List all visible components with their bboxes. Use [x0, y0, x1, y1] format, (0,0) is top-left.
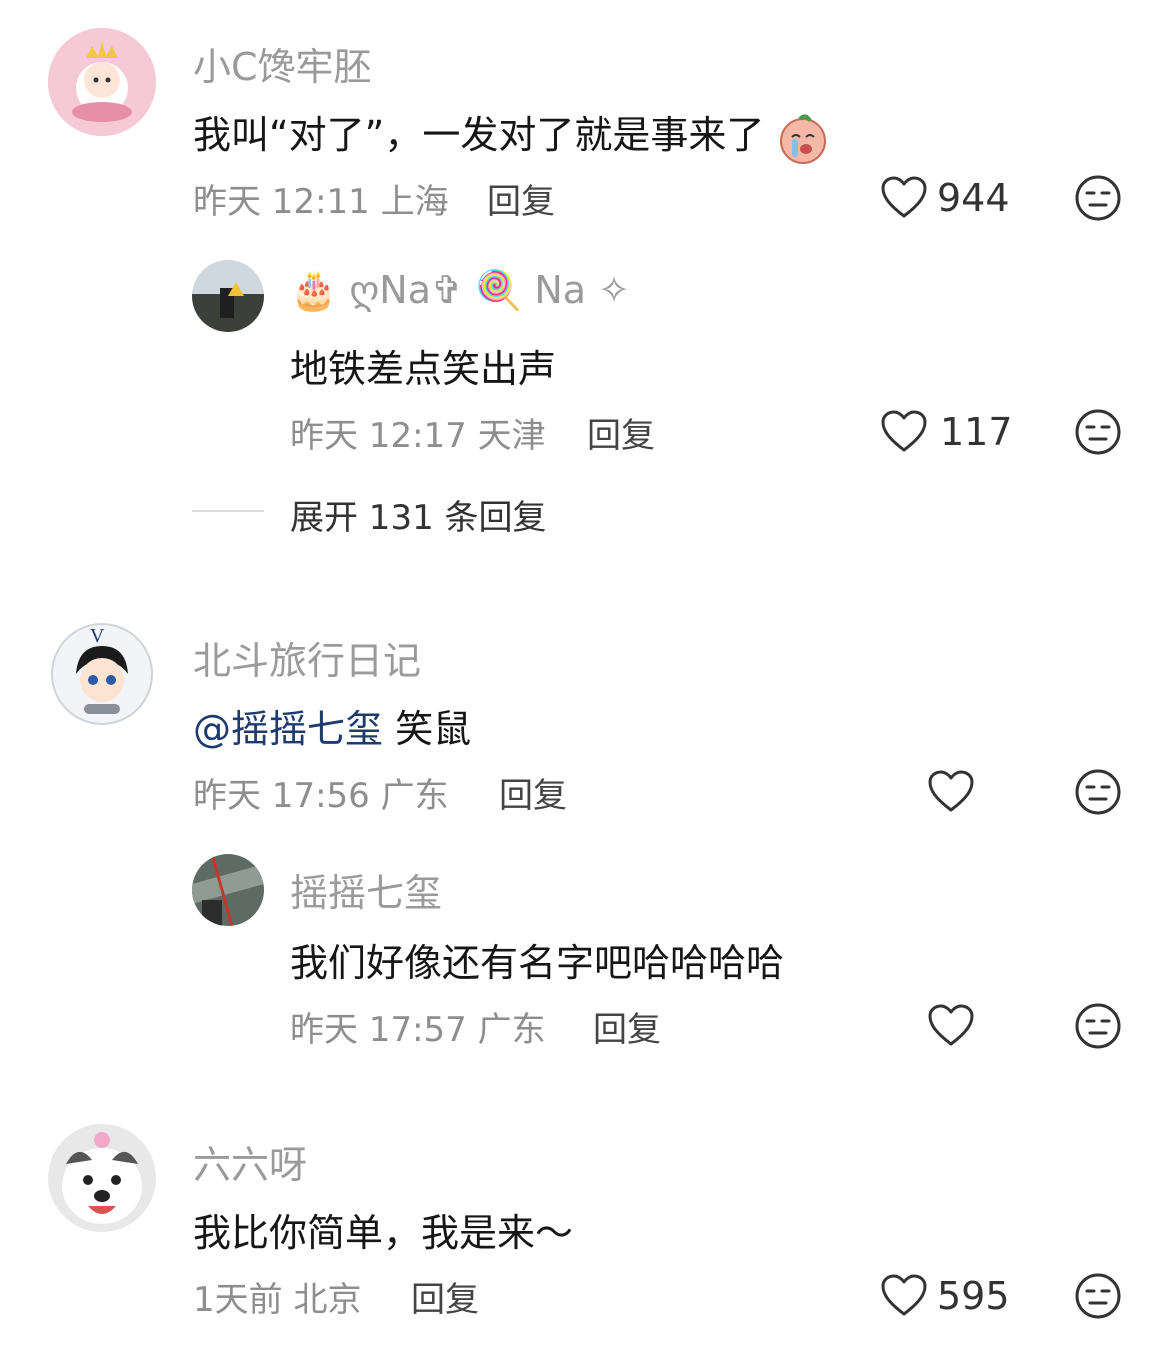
reply-avatar[interactable] — [192, 260, 264, 332]
comment-body: 笑鼠 — [395, 707, 472, 751]
cake-emoji-icon: 🎂 — [290, 268, 338, 312]
avatar-photo — [192, 260, 264, 332]
comment-location: 北京 — [293, 1280, 362, 1320]
heart-outline-icon — [928, 770, 974, 812]
reply-button[interactable]: 回复 — [593, 1002, 661, 1051]
reply-text: 地铁差点笑出声 — [290, 347, 557, 391]
reply-text: 我们好像还有名字吧哈哈哈哈 — [290, 941, 785, 985]
comment-meta: 1天前 北京 — [193, 1272, 361, 1321]
avatar-photo — [48, 1124, 156, 1232]
comment-time: 昨天 12:11 — [193, 182, 370, 222]
neutral-face-icon — [1075, 1003, 1121, 1049]
dislike-button[interactable] — [1074, 174, 1122, 222]
comment-location: 广东 — [380, 776, 449, 816]
dislike-button[interactable] — [1074, 768, 1122, 816]
avatar-photo — [192, 854, 264, 926]
comment-text: 我比你简单，我是来～ — [193, 1211, 574, 1255]
heart-outline-icon — [881, 1274, 927, 1316]
expand-divider — [192, 510, 264, 512]
lollipop-emoji-icon: 🍭 — [474, 268, 523, 312]
avatar-illustration — [48, 28, 156, 136]
heart-outline-icon — [928, 1004, 974, 1046]
heart-outline-icon — [881, 176, 927, 218]
commenter-name[interactable]: 六六呀 — [193, 1134, 307, 1189]
crying-face-sticker-icon — [776, 111, 830, 165]
avatar-illustration: V — [48, 620, 156, 728]
mention-link[interactable]: @摇摇七玺 — [193, 707, 383, 751]
like-button[interactable] — [927, 768, 975, 816]
reply-location: 广东 — [477, 1010, 546, 1050]
avatar[interactable] — [48, 28, 156, 136]
neutral-face-icon — [1075, 175, 1121, 221]
reply-button[interactable]: 回复 — [487, 174, 555, 223]
commenter-name[interactable]: 北斗旅行日记 — [193, 630, 421, 685]
replier-name[interactable]: 摇摇七玺 — [290, 862, 442, 917]
reply-button[interactable]: 回复 — [499, 768, 567, 817]
like-count: 595 — [937, 1274, 1010, 1318]
like-count: 117 — [940, 410, 1013, 454]
comment-text: @摇摇七玺 笑鼠 — [193, 698, 471, 753]
reply-time: 昨天 17:57 — [290, 1010, 467, 1050]
reply-location: 天津 — [477, 416, 546, 456]
dislike-button[interactable] — [1074, 408, 1122, 456]
neutral-face-icon — [1075, 769, 1121, 815]
commenter-name[interactable]: 小C馋牢胚 — [193, 36, 372, 91]
reply-avatar[interactable] — [192, 854, 264, 926]
comment-time: 1天前 — [193, 1280, 283, 1320]
reply-button[interactable]: 回复 — [587, 408, 655, 457]
replier-name-text: ღNa✞ — [349, 268, 463, 312]
replier-name-suffix: Na ✧ — [534, 268, 631, 312]
comment-time: 昨天 17:56 — [193, 776, 370, 816]
dislike-button[interactable] — [1074, 1272, 1122, 1320]
reply-time: 昨天 12:17 — [290, 416, 467, 456]
like-button[interactable] — [880, 1272, 928, 1320]
expand-replies-button[interactable]: 展开 131 条回复 — [290, 490, 547, 539]
like-button[interactable] — [880, 408, 928, 456]
like-button[interactable] — [880, 174, 928, 222]
heart-outline-icon — [881, 410, 927, 452]
like-count: 944 — [937, 176, 1010, 220]
neutral-face-icon — [1075, 1273, 1121, 1319]
comment-location: 上海 — [380, 182, 449, 222]
avatar[interactable] — [48, 1124, 156, 1232]
avatar[interactable]: V — [48, 620, 156, 728]
comment-meta: 昨天 12:11 上海 — [193, 174, 449, 223]
reply-button[interactable]: 回复 — [411, 1272, 479, 1321]
reply-meta: 昨天 12:17 天津 — [290, 408, 546, 457]
reply-meta: 昨天 17:57 广东 — [290, 1002, 546, 1051]
dislike-button[interactable] — [1074, 1002, 1122, 1050]
like-button[interactable] — [927, 1002, 975, 1050]
comment-body: 我叫“对了”，一发对了就是事来了 — [193, 113, 765, 157]
svg-text:V: V — [90, 625, 105, 647]
neutral-face-icon — [1075, 409, 1121, 455]
comment-meta: 昨天 17:56 广东 — [193, 768, 449, 817]
comment-text: 我叫“对了”，一发对了就是事来了 — [193, 104, 830, 165]
replier-name[interactable]: 🎂 ღNa✞ 🍭 Na ✧ — [290, 268, 630, 313]
